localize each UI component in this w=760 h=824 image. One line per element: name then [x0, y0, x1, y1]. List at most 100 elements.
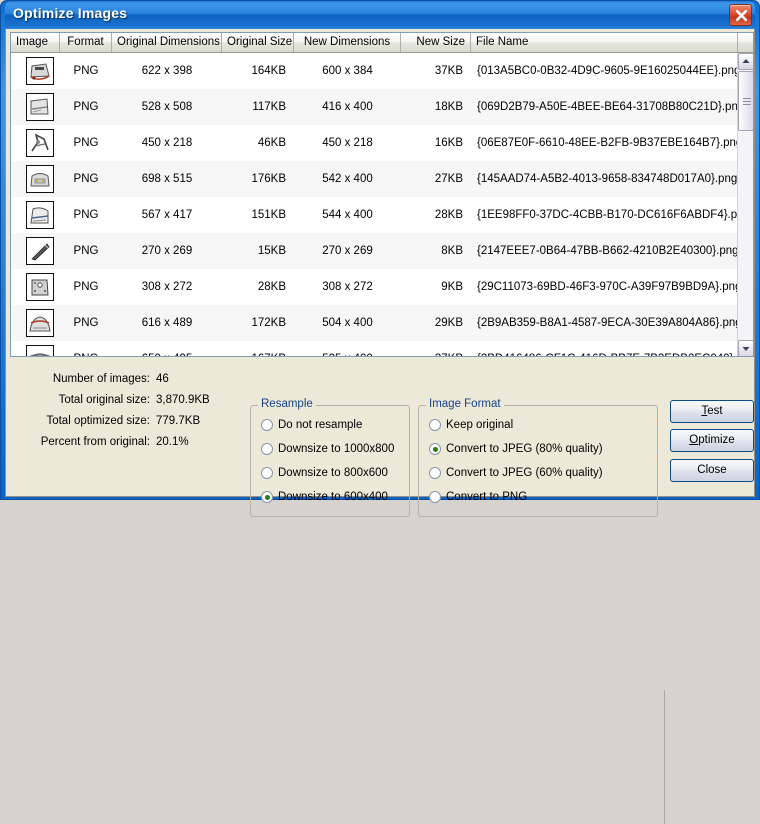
cell-original-dimensions: 528 x 508 — [141, 101, 193, 113]
cell-new-dimensions: 450 x 218 — [322, 137, 373, 149]
cell-file-name: {29C11073-69BD-46F3-970C-A39F97B9BD9A}.p… — [477, 281, 738, 293]
table-row[interactable]: PNG650 x 495167KB525 x 40037KB{2BD416486… — [11, 341, 738, 356]
cell-file-name: {145AAD74-A5B2-4013-9658-834748D017A0}.p… — [477, 173, 738, 185]
cell-format: PNG — [60, 341, 112, 356]
cell-original-size: 164KB — [251, 65, 286, 77]
summary-label: Number of images: — [52, 373, 150, 385]
summary-label: Percent from original: — [40, 436, 150, 448]
close-button[interactable]: Close — [670, 459, 754, 482]
window-title: Optimize Images — [13, 5, 128, 21]
table-row[interactable]: PNG 308 x 272 28KB 308 x 272 9KB {29C11073-69… — [11, 269, 738, 305]
cell-format: PNG — [73, 317, 99, 329]
cell-original-size: 15KB — [257, 245, 286, 257]
radio-unselected-icon[interactable] — [429, 491, 441, 503]
cell-original-size: 176KB — [251, 173, 286, 185]
radio-unselected-icon[interactable] — [261, 467, 273, 479]
table-row[interactable]: PNG 567 x 417 151KB 544 x 400 28KB {1EE98FF0-… — [11, 197, 738, 233]
resample-groupbox-title: Resample — [258, 398, 316, 410]
resample-options: Do not resample Downsize to 1000x800 Downs… — [251, 406, 409, 509]
image-format-option-0[interactable]: Keep original — [419, 413, 657, 437]
resample-option-label: Downsize to 1000x800 — [278, 443, 395, 455]
cell-new-size: 29KB — [434, 317, 463, 329]
image-thumbnail — [26, 57, 54, 85]
cell-original-dimensions: 450 x 218 — [141, 137, 193, 149]
chevron-down-icon — [742, 347, 750, 351]
radio-unselected-icon[interactable] — [429, 467, 441, 479]
image-format-option-label: Convert to JPEG (80% quality) — [446, 443, 603, 455]
resample-option-0[interactable]: Do not resample — [251, 413, 409, 437]
cell-format: PNG — [73, 137, 99, 149]
resample-option-1[interactable]: Downsize to 1000x800 — [251, 437, 409, 461]
image-format-option-3[interactable]: Convert to PNG — [419, 485, 657, 509]
image-thumbnail — [26, 165, 54, 193]
cell-new-dimensions: 416 x 400 — [322, 101, 373, 113]
table-row[interactable]: PNG 622 x 398 164KB 600 x 384 37KB {013A5BC0-… — [11, 53, 738, 89]
radio-unselected-icon[interactable] — [429, 419, 441, 431]
table-row[interactable]: PNG 270 x 269 15KB 270 x 269 8KB {2147EEE7-0B… — [11, 233, 738, 269]
scrollbar-thumb[interactable] — [738, 71, 753, 131]
cell-file-name: {2B9AB359-B8A1-4587-9ECA-30E39A804A86}.p… — [477, 317, 738, 329]
column-header-new-dimensions[interactable]: New Dimensions — [294, 33, 401, 52]
image-thumbnail — [26, 129, 54, 157]
cell-format: PNG — [73, 281, 99, 293]
cell-format: PNG — [73, 65, 99, 77]
column-header-image[interactable]: Image — [11, 33, 60, 52]
radio-selected-icon[interactable] — [261, 491, 273, 503]
cell-format: PNG — [73, 101, 99, 113]
image-thumbnail — [26, 201, 54, 229]
panel-divider — [664, 690, 665, 824]
radio-unselected-icon[interactable] — [261, 443, 273, 455]
radio-selected-icon[interactable] — [429, 443, 441, 455]
image-thumbnail — [26, 345, 54, 356]
cell-new-dimensions: 525 x 400 — [294, 341, 401, 356]
test-button[interactable]: Test — [670, 400, 754, 423]
image-format-option-2[interactable]: Convert to JPEG (60% quality) — [419, 461, 657, 485]
dialog-client-area: Image Format Original Dimensions Origina… — [5, 29, 755, 824]
table-row[interactable]: PNG 616 x 489 172KB 504 x 400 29KB {2B9AB359-… — [11, 305, 738, 341]
summary-value: 3,870.9KB — [156, 394, 210, 406]
cell-original-dimensions: 698 x 515 — [141, 173, 193, 185]
column-header-new-size[interactable]: New Size — [401, 33, 471, 52]
radio-unselected-icon[interactable] — [261, 419, 273, 431]
image-format-option-1[interactable]: Convert to JPEG (80% quality) — [419, 437, 657, 461]
chevron-up-icon — [742, 59, 750, 63]
table-row[interactable]: PNG 528 x 508 117KB 416 x 400 18KB {069D2B79-… — [11, 89, 738, 125]
cell-new-dimensions: 270 x 269 — [322, 245, 373, 257]
resample-option-3[interactable]: Downsize to 600x400 — [251, 485, 409, 509]
table-row[interactable]: PNG 450 x 218 46KB 450 x 218 16KB {06E87E0F-6… — [11, 125, 738, 161]
image-format-option-label: Keep original — [446, 419, 514, 431]
column-header-original-size[interactable]: Original Size — [222, 33, 294, 52]
close-window-button[interactable] — [729, 4, 752, 26]
cell-original-dimensions: 567 x 417 — [141, 209, 193, 221]
image-thumbnail — [26, 273, 54, 301]
cell-file-name: {06E87E0F-6610-48EE-B2FB-9B37EBE164B7}.p… — [477, 137, 738, 149]
summary-value: 779.7KB — [156, 415, 201, 427]
listview-vertical-scrollbar[interactable] — [737, 53, 753, 356]
resample-option-label: Downsize to 800x600 — [278, 467, 388, 479]
cell-format: PNG — [73, 245, 99, 257]
summary-value: 20.1% — [156, 436, 189, 448]
cell-file-name: {1EE98FF0-37DC-4CBB-B170-DC616F6ABDF4}.p… — [477, 209, 738, 221]
cell-new-dimensions: 308 x 272 — [322, 281, 373, 293]
cell-new-size: 28KB — [434, 209, 463, 221]
cell-original-dimensions: 616 x 489 — [141, 317, 193, 329]
cell-file-name: {2BD416486-CF1C-416D-BB7E-7B2EDB2EC040}.… — [471, 341, 738, 356]
optimize-button[interactable]: Optimize — [670, 429, 754, 452]
column-header-original-dimensions[interactable]: Original Dimensions — [112, 33, 222, 52]
cell-new-size: 9KB — [441, 281, 463, 293]
cell-original-dimensions: 308 x 272 — [141, 281, 193, 293]
column-header-file-name[interactable]: File Name — [471, 33, 738, 52]
image-format-options: Keep original Convert to JPEG (80% qualit… — [419, 406, 657, 509]
table-row[interactable]: PNG 698 x 515 176KB 542 x 400 27KB {145AAD74-… — [11, 161, 738, 197]
image-format-groupbox-title: Image Format — [426, 398, 504, 410]
summary-label: Total original size: — [58, 394, 150, 406]
optimize-images-window: Optimize Images Image Format Original Di… — [0, 0, 760, 824]
summary-row: Percent from original: 20.1% — [10, 432, 242, 453]
cell-new-dimensions: 504 x 400 — [322, 317, 373, 329]
scrollbar-down-button[interactable] — [738, 340, 753, 356]
resample-option-2[interactable]: Downsize to 800x600 — [251, 461, 409, 485]
scrollbar-up-button[interactable] — [738, 53, 753, 70]
cell-file-name: {2147EEE7-0B64-47BB-B662-4210B2E40300}.p… — [477, 245, 738, 257]
image-format-groupbox: Image Format Keep original Convert to JPE… — [418, 398, 658, 517]
column-header-format[interactable]: Format — [60, 33, 112, 52]
